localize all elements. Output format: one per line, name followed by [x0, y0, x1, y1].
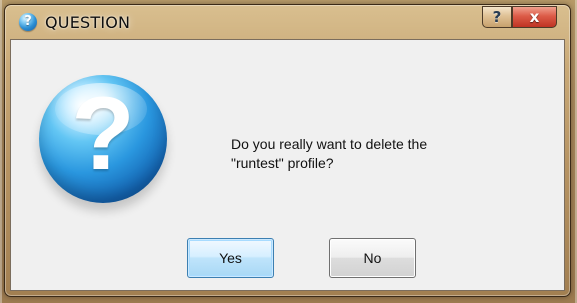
confirmation-message: Do you really want to delete the "runtes… — [231, 135, 521, 173]
large-question-icon: ? — [39, 75, 167, 203]
dialog-content: ? Do you really want to delete the "runt… — [10, 39, 565, 291]
yes-button[interactable]: Yes — [187, 238, 274, 278]
question-icon: ? — [19, 13, 37, 31]
question-dialog: ? QUESTION ? x ? Do you really want to d… — [4, 4, 571, 297]
question-mark-icon: ? — [71, 76, 135, 192]
title-bar[interactable]: ? QUESTION ? x — [5, 5, 570, 39]
dialog-title: QUESTION — [45, 13, 131, 32]
message-line-2: "runtest" profile? — [231, 155, 334, 171]
message-line-1: Do you really want to delete the — [231, 136, 428, 152]
help-button[interactable]: ? — [482, 6, 512, 28]
close-button[interactable]: x — [512, 6, 557, 28]
desktop-edge-left — [0, 0, 2, 303]
no-button[interactable]: No — [329, 238, 416, 278]
